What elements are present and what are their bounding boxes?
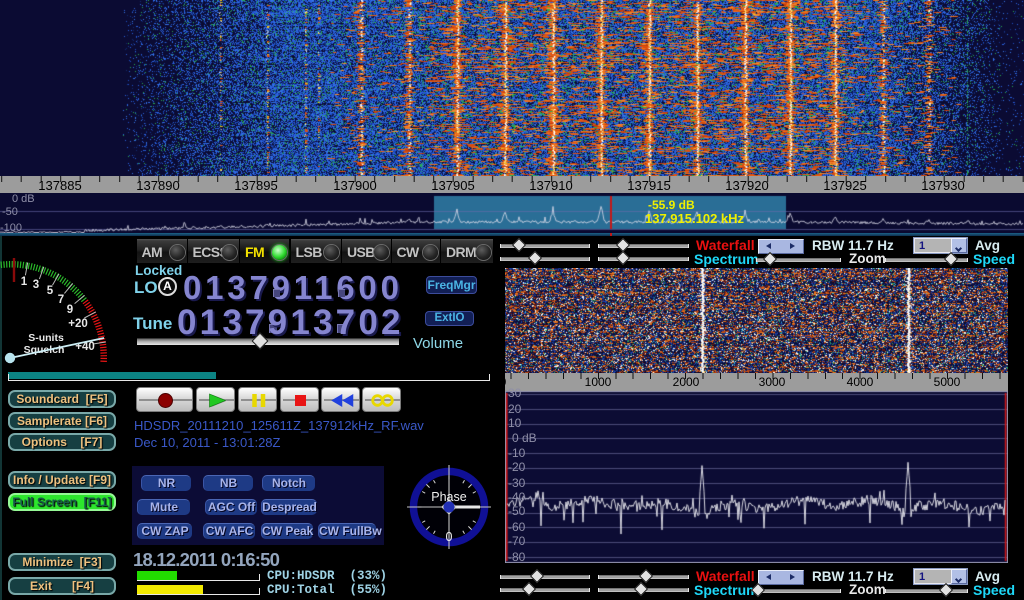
svg-text:7: 7: [58, 294, 64, 306]
svg-text:S-units: S-units: [28, 332, 64, 344]
svg-text:3: 3: [33, 279, 39, 291]
svg-text:+20: +20: [68, 318, 88, 330]
svg-text:Phase: Phase: [431, 490, 466, 504]
svg-text:1: 1: [21, 276, 28, 288]
svg-text:5: 5: [47, 285, 54, 297]
svg-text:9: 9: [67, 304, 73, 316]
svg-text:0: 0: [446, 530, 453, 544]
